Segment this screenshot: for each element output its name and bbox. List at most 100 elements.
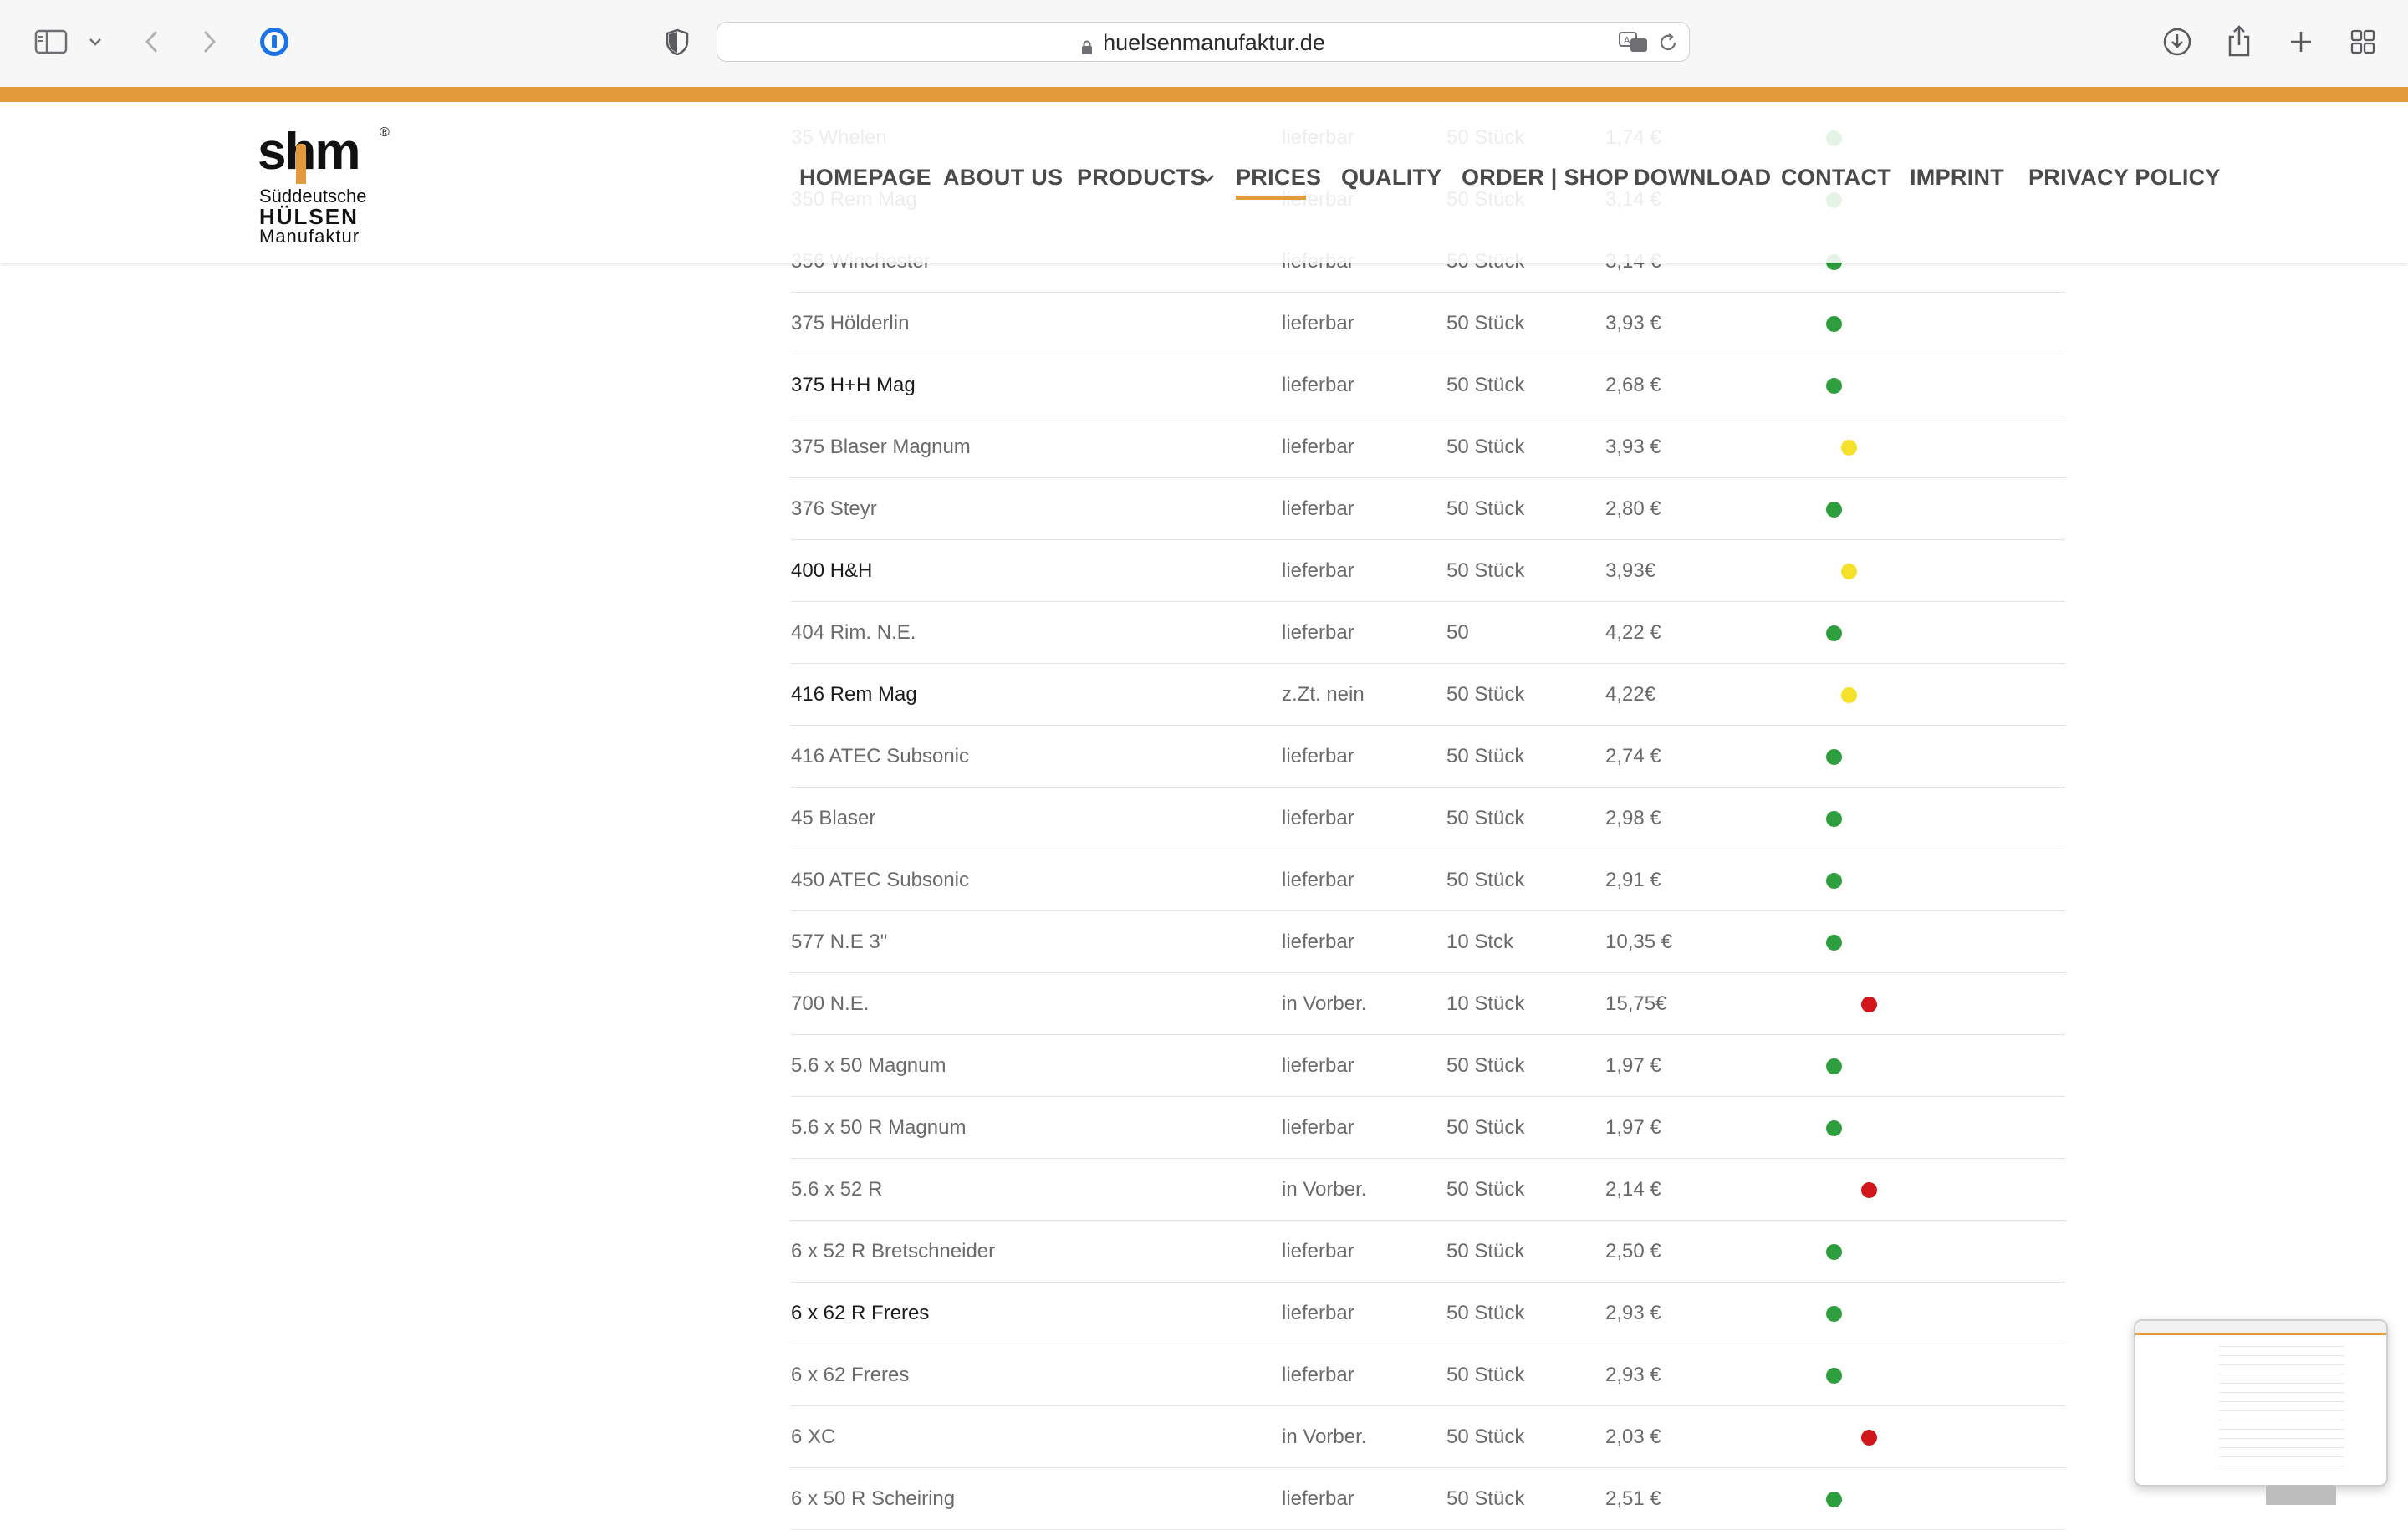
unit-price: 2,93 € xyxy=(1605,1364,1661,1386)
page-preview-thumbnail[interactable] xyxy=(2134,1319,2388,1487)
password-manager-icon[interactable] xyxy=(258,25,291,59)
pack-quantity: 50 Stück xyxy=(1446,683,1525,706)
availability-indicator-dot xyxy=(1826,316,1842,332)
pack-quantity: 50 xyxy=(1446,621,1469,644)
table-row: 45 Blaser lieferbar 50 Stück 2,98 € xyxy=(791,788,2065,849)
scroll-to-top-tab[interactable] xyxy=(2266,1485,2336,1505)
table-row: 375 Hölderlin lieferbar 50 Stück 3,93 € xyxy=(791,293,2065,354)
availability-status: lieferbar xyxy=(1282,1302,1354,1324)
translate-icon[interactable]: A xyxy=(1617,29,1650,56)
availability-status: lieferbar xyxy=(1282,621,1354,644)
table-row: 450 ATEC Subsonic lieferbar 50 Stück 2,91 € xyxy=(791,849,2065,911)
cartridge-name: 5.6 x 50 R Magnum xyxy=(791,1116,967,1139)
share-icon[interactable] xyxy=(2224,23,2254,59)
address-bar[interactable]: huelsenmanufaktur.de A xyxy=(717,22,1690,62)
pack-quantity: 50 Stück xyxy=(1446,312,1525,334)
availability-indicator-dot xyxy=(1826,749,1842,765)
nav-imprint[interactable]: IMPRINT xyxy=(1910,161,2004,194)
chevron-down-icon[interactable] xyxy=(1197,169,1217,189)
reload-icon[interactable] xyxy=(1656,29,1681,56)
site-logo[interactable]: shm ® Süddeutsche HÜLSEN Manufaktur xyxy=(256,122,398,247)
downloads-icon[interactable] xyxy=(2161,25,2194,59)
cartridge-name: 6 XC xyxy=(791,1425,836,1448)
cartridge-name: 375 H+H Mag xyxy=(791,374,916,396)
unit-price: 1,97 € xyxy=(1605,1116,1661,1139)
nav-quality[interactable]: QUALITY xyxy=(1341,161,1442,194)
nav-privacy-policy[interactable]: PRIVACY POLICY xyxy=(2028,161,2221,194)
pack-quantity: 50 Stück xyxy=(1446,436,1525,458)
cartridge-name: 375 Hölderlin xyxy=(791,312,910,334)
logo-accent xyxy=(296,144,306,184)
availability-indicator-dot xyxy=(1826,1492,1842,1507)
availability-status: lieferbar xyxy=(1282,312,1354,334)
availability-indicator-dot xyxy=(1841,440,1857,456)
availability-indicator-dot xyxy=(1826,811,1842,827)
chevron-down-icon[interactable] xyxy=(85,30,105,54)
table-row: 6 x 62 Freres lieferbar 50 Stück 2,93 € xyxy=(791,1344,2065,1406)
availability-status: lieferbar xyxy=(1282,497,1354,520)
table-row: 5.6 x 50 Magnum lieferbar 50 Stück 1,97 € xyxy=(791,1035,2065,1097)
availability-indicator-dot xyxy=(1826,1244,1842,1260)
pack-quantity: 50 Stück xyxy=(1446,1116,1525,1139)
availability-status: lieferbar xyxy=(1282,1054,1354,1077)
thumb-row-line xyxy=(2219,1392,2344,1393)
nav-products[interactable]: PRODUCTS xyxy=(1077,161,1206,194)
availability-status: in Vorber. xyxy=(1282,1425,1367,1448)
cartridge-name: 450 ATEC Subsonic xyxy=(791,869,970,891)
unit-price: 2,98 € xyxy=(1605,807,1661,829)
privacy-shield-icon[interactable] xyxy=(662,27,692,57)
unit-price: 2,68 € xyxy=(1605,374,1661,396)
pack-quantity: 50 Stück xyxy=(1446,1178,1525,1201)
site-top-accent-bar xyxy=(0,87,2408,102)
availability-status: in Vorber. xyxy=(1282,1178,1367,1201)
nav-homepage[interactable]: HOMEPAGE xyxy=(799,161,931,194)
cartridge-name: 45 Blaser xyxy=(791,807,876,829)
logo-mark: shm xyxy=(258,123,360,181)
site-header: shm ® Süddeutsche HÜLSEN Manufaktur HOME… xyxy=(0,102,2408,263)
table-row: 416 ATEC Subsonic lieferbar 50 Stück 2,74 € xyxy=(791,726,2065,788)
back-icon[interactable] xyxy=(139,27,164,57)
unit-price: 10,35 € xyxy=(1605,931,1673,953)
nav-download[interactable]: DOWNLOAD xyxy=(1634,161,1771,194)
new-tab-icon[interactable] xyxy=(2286,27,2316,57)
table-row: 375 Blaser Magnum lieferbar 50 Stück 3,93 € xyxy=(791,416,2065,478)
unit-price: 3,93 € xyxy=(1605,436,1661,458)
availability-status: lieferbar xyxy=(1282,931,1354,953)
availability-indicator-dot xyxy=(1861,997,1877,1012)
nav-prices[interactable]: PRICES xyxy=(1236,161,1321,194)
pack-quantity: 50 Stück xyxy=(1446,374,1525,396)
table-row: 6 XC in Vorber. 50 Stück 2,03 € xyxy=(791,1406,2065,1468)
pack-quantity: 50 Stück xyxy=(1446,497,1525,520)
logo-line3: Manufaktur xyxy=(259,226,360,247)
availability-status: lieferbar xyxy=(1282,1240,1354,1262)
unit-price: 4,22 € xyxy=(1605,621,1661,644)
cartridge-name: 404 Rim. N.E. xyxy=(791,621,916,644)
table-row: 6 x 50 R Scheiring lieferbar 50 Stück 2,51 … xyxy=(791,1468,2065,1530)
tab-overview-icon[interactable] xyxy=(2348,27,2378,57)
sidebar-toggle-icon[interactable] xyxy=(33,27,69,57)
availability-status: lieferbar xyxy=(1282,436,1354,458)
lock-icon xyxy=(1081,35,1093,54)
table-row: 404 Rim. N.E. lieferbar 50 4,22 € xyxy=(791,602,2065,664)
cartridge-name: 400 H&H xyxy=(791,559,873,582)
availability-status: lieferbar xyxy=(1282,745,1354,768)
table-row: 5.6 x 52 R in Vorber. 50 Stück 2,14 € xyxy=(791,1159,2065,1221)
availability-indicator-dot xyxy=(1826,625,1842,641)
pack-quantity: 50 Stück xyxy=(1446,745,1525,768)
forward-icon[interactable] xyxy=(197,27,222,57)
nav-about-us[interactable]: ABOUT US xyxy=(943,161,1063,194)
table-row: 416 Rem Mag z.Zt. nein 50 Stück 4,22€ xyxy=(791,664,2065,726)
nav-contact[interactable]: CONTACT xyxy=(1781,161,1891,194)
availability-indicator-dot xyxy=(1826,1058,1842,1074)
availability-indicator-dot xyxy=(1861,1430,1877,1446)
thumb-row-line xyxy=(2219,1456,2344,1457)
cartridge-name: 6 x 52 R Bretschneider xyxy=(791,1240,996,1262)
nav-order-shop[interactable]: ORDER | SHOP xyxy=(1462,161,1629,194)
table-row: 700 N.E. in Vorber. 10 Stück 15,75€ xyxy=(791,973,2065,1035)
table-row: 376 Steyr lieferbar 50 Stück 2,80 € xyxy=(791,478,2065,540)
thumb-row-line xyxy=(2219,1438,2344,1439)
availability-status: lieferbar xyxy=(1282,1364,1354,1386)
pack-quantity: 10 Stück xyxy=(1446,992,1525,1015)
thumb-row-line xyxy=(2219,1383,2344,1384)
table-row: 577 N.E 3" lieferbar 10 Stck 10,35 € xyxy=(791,911,2065,973)
